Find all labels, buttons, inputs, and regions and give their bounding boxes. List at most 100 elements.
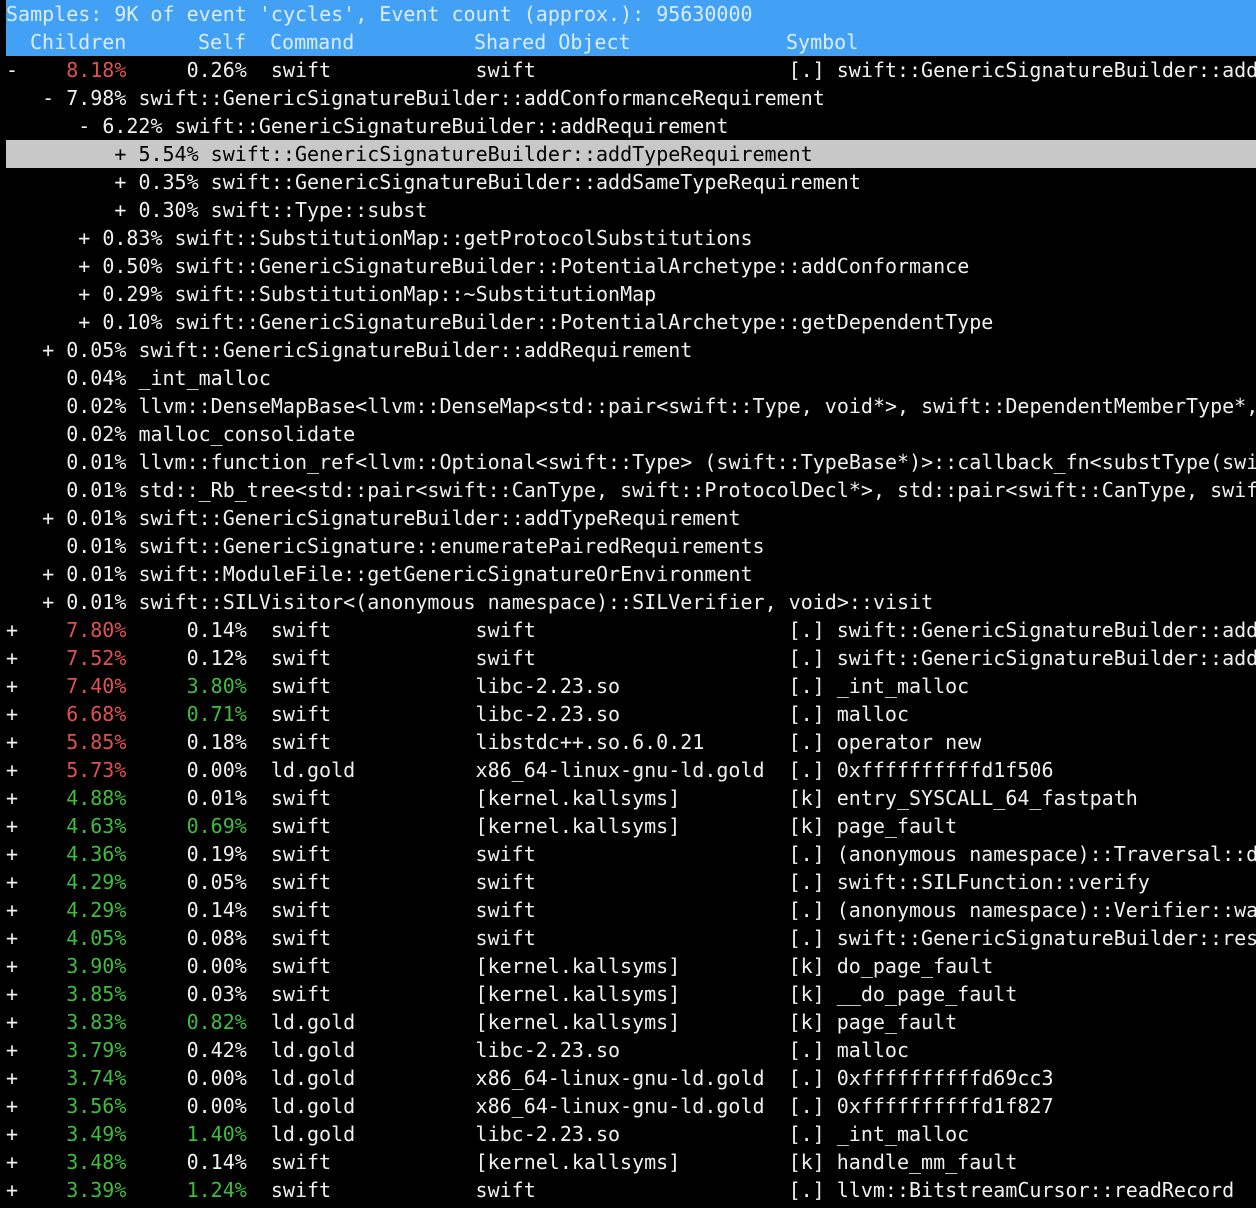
command: swift <box>270 702 332 726</box>
shared-object: swift <box>475 618 536 642</box>
report-entry[interactable]: +3.56% 0.00% ld.gold x86_64-linux-gnu-ld.go… <box>0 1092 1256 1120</box>
command: ld.gold <box>270 1066 356 1090</box>
shared-object: [kernel.kallsyms] <box>475 1010 681 1034</box>
callchain-entry[interactable]: 0.01% swift::GenericSignature::enumerateP… <box>0 532 1256 560</box>
children-percent: 7.40% <box>66 674 127 698</box>
symbol: swift::GenericSignatureBuilder::addT <box>836 618 1256 642</box>
callchain-entry[interactable]: +0.05% swift::GenericSignatureBuilder::ad… <box>0 336 1256 364</box>
children-percent: 6.68% <box>66 702 127 726</box>
report-entry[interactable]: +5.73% 0.00% ld.gold x86_64-linux-gnu-ld.go… <box>0 756 1256 784</box>
report-entry[interactable]: - 8.18% 0.26% swift swift [.] swift::GenericSi… <box>0 56 1256 84</box>
symbol: malloc <box>836 702 909 726</box>
symbol: operator new <box>836 730 982 754</box>
symbol-type: [.] <box>788 646 825 670</box>
callchain-entry[interactable]: -6.22% swift::GenericSignatureBuilder::ad… <box>0 112 1256 140</box>
report-entry[interactable]: +6.68% 0.71% swift libc-2.23.so [.] malloc <box>0 700 1256 728</box>
report-entry[interactable]: +5.85% 0.18% swift libstdc++.so.6.0.21 [.] op… <box>0 728 1256 756</box>
self-percent: 1.24% <box>186 1178 247 1202</box>
shared-object: libc-2.23.so <box>475 1122 621 1146</box>
symbol: handle_mm_fault <box>836 1150 1018 1174</box>
symbol-type: [k] <box>788 786 825 810</box>
callchain-entry[interactable]: +0.01% swift::ModuleFile::getGenericSigna… <box>0 560 1256 588</box>
report-entry[interactable]: +4.05% 0.08% swift swift [.] swift::GenericSi… <box>0 924 1256 952</box>
report-entry[interactable]: +4.29% 0.05% swift swift [.] swift::SILFuncti… <box>0 868 1256 896</box>
report-entry[interactable]: +3.79% 0.42% ld.gold libc-2.23.so [.] malloc <box>0 1036 1256 1064</box>
report-entry[interactable]: +7.52% 0.12% swift swift [.] swift::GenericSi… <box>0 644 1256 672</box>
symbol: swift::Type::subst <box>210 198 428 222</box>
column-command[interactable]: Command <box>270 28 354 56</box>
children-percent: 7.80% <box>66 618 127 642</box>
children-percent: 4.29% <box>66 898 127 922</box>
report-entry[interactable]: +4.29% 0.14% swift swift [.] (anonymous names… <box>0 896 1256 924</box>
callchain-entry[interactable]: -7.98% swift::GenericSignatureBuilder::ad… <box>0 84 1256 112</box>
symbol: llvm::DenseMapBase<llvm::DenseMap<std::p… <box>138 394 1256 418</box>
report-entry[interactable]: +7.80% 0.14% swift swift [.] swift::GenericSi… <box>0 616 1256 644</box>
symbol-type: [.] <box>788 618 825 642</box>
symbol: page_fault <box>836 814 958 838</box>
symbol-type: [.] <box>788 1122 825 1146</box>
callchain-percent: 0.01% <box>66 590 127 614</box>
self-percent: 0.42% <box>186 1038 247 1062</box>
command: swift <box>270 814 332 838</box>
callchain-entry[interactable]: +0.29% swift::SubstitutionMap::~Substitut… <box>0 280 1256 308</box>
column-self[interactable]: Self <box>198 28 246 56</box>
self-percent: 0.69% <box>186 814 247 838</box>
expand-toggle: + <box>6 674 19 698</box>
column-children[interactable]: Children <box>30 28 126 56</box>
report-entry[interactable]: +3.49% 1.40% ld.gold libc-2.23.so [.] _int_ma… <box>0 1120 1256 1148</box>
self-percent: 0.01% <box>186 786 247 810</box>
shared-object: x86_64-linux-gnu-ld.gold <box>475 758 765 782</box>
report-entry[interactable]: +3.39% 1.24% swift swift [.] llvm::BitstreamC… <box>0 1176 1256 1204</box>
symbol: 0xffffffffffd69cc3 <box>836 1066 1054 1090</box>
self-percent: 0.00% <box>186 758 247 782</box>
symbol: swift::SILFunction::verify <box>836 870 1150 894</box>
shared-object: [kernel.kallsyms] <box>475 814 681 838</box>
symbol: swift::GenericSignatureBuilder::Potentia… <box>174 254 970 278</box>
symbol: page_fault <box>836 1010 958 1034</box>
callchain-entry[interactable]: +0.83% swift::SubstitutionMap::getProtoco… <box>0 224 1256 252</box>
command: swift <box>270 954 332 978</box>
self-percent: 3.80% <box>186 674 247 698</box>
symbol: llvm::function_ref<llvm::Optional<swift:… <box>138 450 1256 474</box>
callchain-percent: 5.54% <box>138 142 199 166</box>
children-percent: 4.05% <box>66 926 127 950</box>
shared-object: libc-2.23.so <box>475 674 621 698</box>
report-entry[interactable]: +3.48% 0.14% swift [kernel.kallsyms] [k] hand… <box>0 1148 1256 1176</box>
command: ld.gold <box>270 1038 356 1062</box>
expand-toggle: + <box>6 702 19 726</box>
report-entry[interactable]: +4.88% 0.01% swift [kernel.kallsyms] [k] entr… <box>0 784 1256 812</box>
report-entry[interactable]: +7.40% 3.80% swift libc-2.23.so [.] _int_mall… <box>0 672 1256 700</box>
report-entry[interactable]: +3.85% 0.03% swift [kernel.kallsyms] [k] __do… <box>0 980 1256 1008</box>
callchain-percent: 0.50% <box>102 254 163 278</box>
report-entry[interactable]: +4.63% 0.69% swift [kernel.kallsyms] [k] page… <box>0 812 1256 840</box>
callchain-entry[interactable]: +0.01% swift::GenericSignatureBuilder::ad… <box>0 504 1256 532</box>
callchain-entry[interactable]: +0.50% swift::GenericSignatureBuilder::Po… <box>0 252 1256 280</box>
report-entry[interactable]: +4.36% 0.19% swift swift [.] (anonymous names… <box>0 840 1256 868</box>
callchain-entry[interactable]: 0.01% std::_Rb_tree<std::pair<swift::CanT… <box>0 476 1256 504</box>
callchain-entry[interactable]: +0.01% swift::SILVisitor<(anonymous names… <box>0 588 1256 616</box>
expand-toggle: + <box>114 198 127 222</box>
callchain-entry[interactable]: +5.54% swift::GenericSignatureBuilder::ad… <box>6 140 1256 168</box>
self-percent: 0.26% <box>186 58 247 82</box>
shared-object: swift <box>475 1178 536 1202</box>
children-percent: 4.88% <box>66 786 127 810</box>
callchain-entry[interactable]: +0.10% swift::GenericSignatureBuilder::Po… <box>0 308 1256 336</box>
report-entry[interactable]: +3.83% 0.82% ld.gold [kernel.kallsyms] [k] pa… <box>0 1008 1256 1036</box>
callchain-entry[interactable]: +0.35% swift::GenericSignatureBuilder::ad… <box>0 168 1256 196</box>
callchain-entry[interactable]: 0.02% llvm::DenseMapBase<llvm::DenseMap<s… <box>0 392 1256 420</box>
callchain-entry[interactable]: 0.04% _int_malloc <box>0 364 1256 392</box>
self-percent: 0.19% <box>186 842 247 866</box>
callchain-entry[interactable]: 0.02% malloc_consolidate <box>0 420 1256 448</box>
column-symbol[interactable]: Symbol <box>786 28 858 56</box>
report-entry[interactable]: +3.74% 0.00% ld.gold x86_64-linux-gnu-ld.go… <box>0 1064 1256 1092</box>
symbol: 0xffffffffffd1f827 <box>836 1094 1054 1118</box>
self-percent: 0.00% <box>186 954 247 978</box>
callchain-entry[interactable]: +0.30% swift::Type::subst <box>0 196 1256 224</box>
report-entry[interactable]: +3.90% 0.00% swift [kernel.kallsyms] [k] do_p… <box>0 952 1256 980</box>
symbol-type: [k] <box>788 982 825 1006</box>
callchain-entry[interactable]: 0.01% llvm::function_ref<llvm::Optional<s… <box>0 448 1256 476</box>
callchain-percent: 0.10% <box>102 310 163 334</box>
expand-toggle: + <box>6 1066 19 1090</box>
column-shared-object[interactable]: Shared Object <box>474 28 631 56</box>
symbol-type: [.] <box>788 926 825 950</box>
